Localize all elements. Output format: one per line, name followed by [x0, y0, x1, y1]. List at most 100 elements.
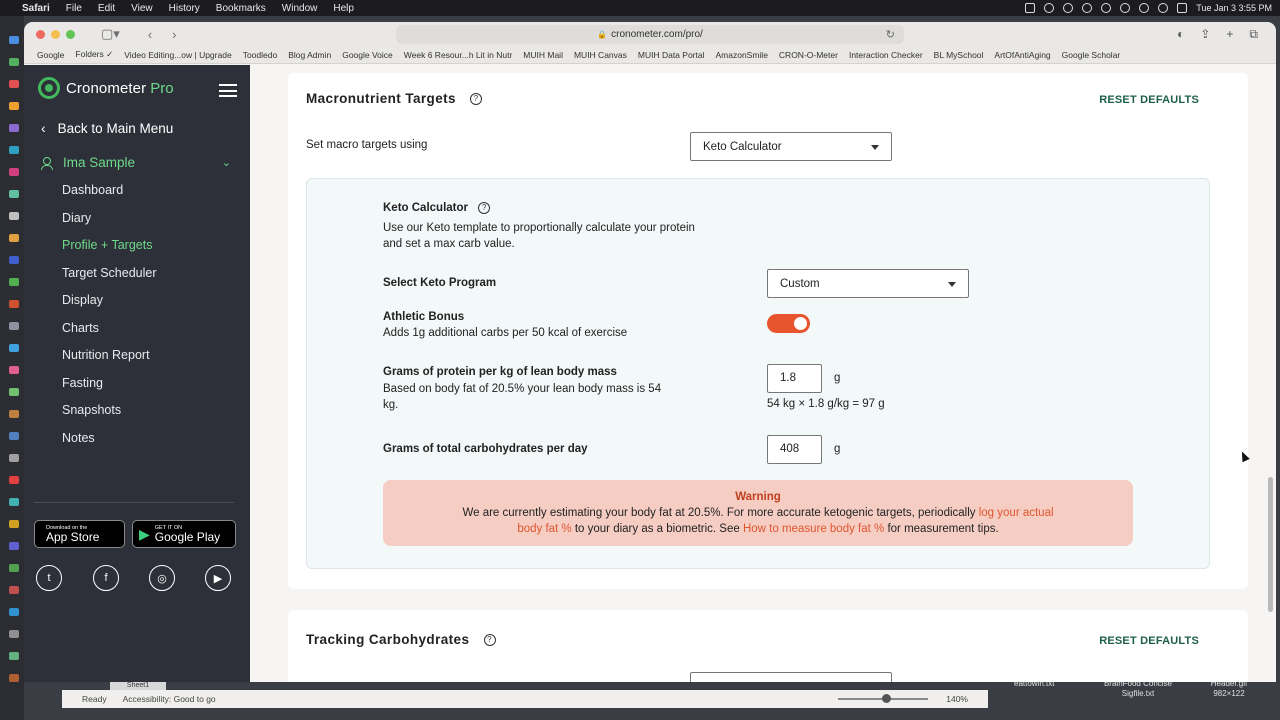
reset-defaults-button[interactable]: RESET DEFAULTS: [1099, 94, 1199, 106]
dock-app-icon[interactable]: [9, 542, 19, 550]
dock-app-icon[interactable]: [9, 388, 19, 396]
drive-icon[interactable]: [1063, 3, 1074, 13]
log-body-fat-link[interactable]: log your actual: [979, 507, 1054, 519]
scrollbar[interactable]: [1268, 477, 1273, 612]
measure-body-fat-link[interactable]: How to measure body fat %: [743, 523, 884, 535]
dock-app-icon[interactable]: [9, 322, 19, 330]
privacy-icon[interactable]: ◐: [1177, 27, 1184, 42]
dock-app-icon[interactable]: [9, 520, 19, 528]
dock-app-icon[interactable]: [9, 454, 19, 462]
help-icon[interactable]: ?: [478, 202, 491, 214]
bookmark-item[interactable]: Blog Admin: [288, 50, 331, 60]
instagram-icon[interactable]: ◎: [149, 565, 175, 591]
dock-app-icon[interactable]: [9, 564, 19, 572]
menu-app[interactable]: Safari: [22, 3, 50, 14]
clock-icon[interactable]: [1101, 3, 1112, 13]
google-play-badge[interactable]: ▶ GET IT ON Google Play: [132, 520, 236, 548]
menu-view[interactable]: View: [131, 3, 153, 14]
dock-app-icon[interactable]: [9, 102, 19, 110]
sidebar-item-charts[interactable]: Charts: [62, 315, 157, 343]
bookmark-item[interactable]: Google Scholar: [1062, 50, 1121, 60]
dock-app-icon[interactable]: [9, 212, 19, 220]
dock-app-icon[interactable]: [9, 476, 19, 484]
dock-app-icon[interactable]: [9, 674, 19, 682]
dock-app-icon[interactable]: [9, 300, 19, 308]
bookmark-item[interactable]: MUIH Canvas: [574, 50, 627, 60]
sidebar-item-dashboard[interactable]: Dashboard: [62, 177, 157, 205]
client-profile-toggle[interactable]: Ima Sample ⌄: [41, 155, 231, 170]
dock-app-icon[interactable]: [9, 190, 19, 198]
dock-app-icon[interactable]: [9, 146, 19, 154]
wifi-icon[interactable]: [1139, 3, 1150, 13]
bookmark-item[interactable]: MUIH Mail: [523, 50, 563, 60]
sidebar-item-diary[interactable]: Diary: [62, 205, 157, 233]
grammarly-icon[interactable]: [1044, 3, 1055, 13]
help-icon[interactable]: ?: [470, 93, 483, 106]
bookmark-item[interactable]: Folders ✓: [75, 49, 113, 60]
screen-record-icon[interactable]: [1025, 3, 1036, 13]
dock-app-icon[interactable]: [9, 432, 19, 440]
bookmark-item[interactable]: AmazonSmile: [715, 50, 767, 60]
menu-edit[interactable]: Edit: [98, 3, 115, 14]
bookmark-item[interactable]: BL MySchool: [934, 50, 984, 60]
back-arrow-icon[interactable]: ‹: [148, 27, 152, 42]
dock-app-icon[interactable]: [9, 168, 19, 176]
sidebar-item-nutrition-report[interactable]: Nutrition Report: [62, 342, 157, 370]
sidebar-item-snapshots[interactable]: Snapshots: [62, 397, 157, 425]
menu-window[interactable]: Window: [282, 3, 318, 14]
dock-app-icon[interactable]: [9, 586, 19, 594]
athletic-bonus-toggle[interactable]: [767, 314, 810, 333]
bluetooth-icon[interactable]: [1120, 3, 1131, 13]
bookmark-item[interactable]: Toodledo: [243, 50, 278, 60]
youtube-icon[interactable]: ▶: [205, 565, 231, 591]
accessibility-status[interactable]: Accessibility: Good to go: [123, 694, 216, 704]
share-icon[interactable]: ⇪: [1200, 27, 1210, 42]
bookmark-item[interactable]: Interaction Checker: [849, 50, 923, 60]
address-bar[interactable]: 🔒 cronometer.com/pro/ ↻: [396, 25, 904, 44]
menu-history[interactable]: History: [169, 3, 200, 14]
bookmark-item[interactable]: MUIH Data Portal: [638, 50, 705, 60]
dock-app-icon[interactable]: [9, 234, 19, 242]
bookmark-item[interactable]: CRON-O-Meter: [779, 50, 838, 60]
dock-app-icon[interactable]: [9, 124, 19, 132]
hamburger-menu-icon[interactable]: [219, 84, 237, 101]
sidebar-item-display[interactable]: Display: [62, 287, 157, 315]
dock-app-icon[interactable]: [9, 608, 19, 616]
dock-app-icon[interactable]: [9, 344, 19, 352]
desktop-file[interactable]: BrainFood Concise Sigfile.txt: [1092, 679, 1184, 699]
dock-app-icon[interactable]: [9, 652, 19, 660]
keto-program-select[interactable]: Custom: [767, 269, 969, 298]
desktop-file[interactable]: Header.gif 982×122: [1198, 679, 1260, 699]
sync-icon[interactable]: [1082, 3, 1093, 13]
log-body-fat-link[interactable]: body fat %: [517, 523, 571, 535]
menu-bookmarks[interactable]: Bookmarks: [216, 3, 266, 14]
dock-app-icon[interactable]: [9, 256, 19, 264]
dock-app-icon[interactable]: [9, 630, 19, 638]
protein-input[interactable]: 1.8: [767, 364, 822, 393]
carb-method-select[interactable]: [690, 672, 892, 682]
sidebar-item-target-scheduler[interactable]: Target Scheduler: [62, 260, 157, 288]
reload-icon[interactable]: ↻: [886, 28, 895, 41]
bookmark-item[interactable]: Week 6 Resour...h Lit in Nutr: [404, 50, 513, 60]
maximize-icon[interactable]: [66, 29, 75, 39]
forward-arrow-icon[interactable]: ›: [172, 27, 176, 42]
dock-app-icon[interactable]: [9, 366, 19, 374]
dock-app-icon[interactable]: [9, 80, 19, 88]
bookmark-item[interactable]: ArtOfAntiAging: [994, 50, 1050, 60]
sidebar-item-profile-targets[interactable]: Profile + Targets: [62, 232, 157, 260]
back-to-main-menu[interactable]: ‹ Back to Main Menu: [41, 120, 173, 136]
minimize-icon[interactable]: [51, 29, 60, 39]
sidebar-item-fasting[interactable]: Fasting: [62, 370, 157, 398]
bookmark-item[interactable]: Google: [37, 50, 64, 60]
dock-app-icon[interactable]: [9, 58, 19, 66]
menu-help[interactable]: Help: [333, 3, 354, 14]
dock-app-icon[interactable]: [9, 498, 19, 506]
tabs-overview-icon[interactable]: ⧉: [1249, 27, 1258, 42]
sheet-tab[interactable]: Sheet1: [110, 682, 166, 690]
facebook-icon[interactable]: f: [93, 565, 119, 591]
reset-defaults-button[interactable]: RESET DEFAULTS: [1099, 635, 1199, 647]
app-store-badge[interactable]: Download on the App Store: [34, 520, 125, 548]
control-center-icon[interactable]: [1177, 3, 1188, 13]
macro-method-select[interactable]: Keto Calculator: [690, 132, 892, 161]
help-icon[interactable]: ?: [483, 634, 496, 647]
